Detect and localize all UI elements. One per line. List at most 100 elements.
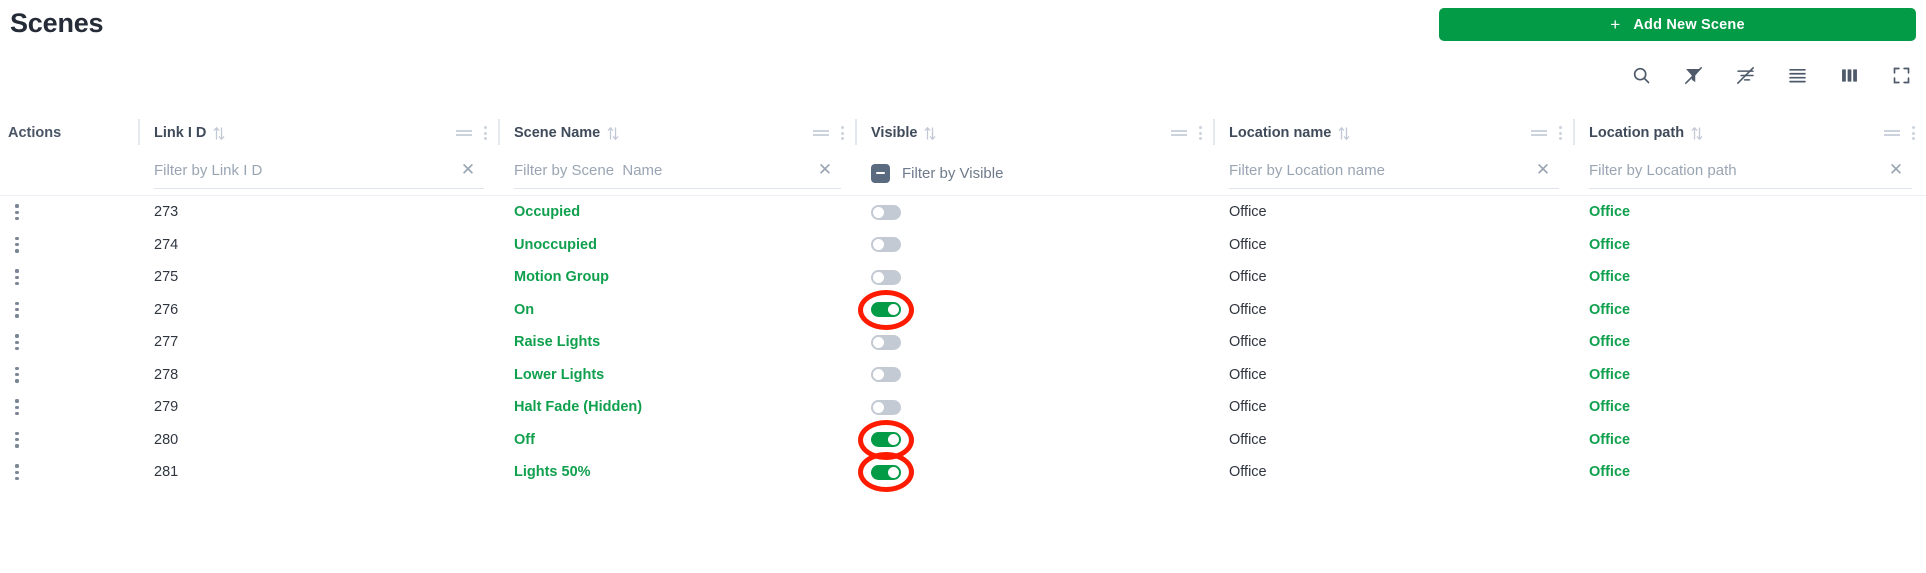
filter-list-off-icon[interactable]: [1732, 62, 1758, 88]
table-row[interactable]: 281 Lights 50% Office Office: [0, 452, 1926, 493]
filter-input-link_id[interactable]: [154, 157, 484, 189]
sort-icon[interactable]: [213, 126, 225, 141]
visible-toggle[interactable]: [871, 237, 901, 253]
visible-toggle[interactable]: [858, 289, 914, 330]
column-drag-handle-icon[interactable]: [813, 128, 829, 138]
cell-location-path-link[interactable]: Office: [1589, 326, 1630, 359]
row-actions-menu-icon[interactable]: [14, 229, 20, 262]
cell-location-name: Office: [1229, 204, 1267, 221]
filter-cell-location_name: ✕: [1229, 156, 1559, 190]
cell-scene-name-link[interactable]: Unoccupied: [514, 229, 597, 262]
table-body: 273 Occupied Office Office 274 Unoccupied Offi…: [0, 196, 1926, 493]
column-menu-icon[interactable]: [1199, 124, 1203, 142]
column-divider: [498, 119, 500, 145]
filter-clear-icon[interactable]: ✕: [1886, 160, 1906, 180]
row-actions-menu-icon[interactable]: [14, 391, 20, 424]
cell-location-name: Office: [1229, 399, 1267, 416]
filter-input-scene_name[interactable]: [514, 157, 841, 189]
cell-location-name: Office: [1229, 236, 1267, 253]
column-menu-icon[interactable]: [484, 124, 488, 142]
column-header-visible[interactable]: Visible: [855, 112, 1213, 154]
cell-location-path-link[interactable]: Office: [1589, 456, 1630, 489]
cell-visible: [858, 452, 914, 493]
column-menu-icon[interactable]: [841, 124, 845, 142]
cell-scene-name-link[interactable]: On: [514, 294, 534, 327]
cell-scene-name-link[interactable]: Occupied: [514, 196, 580, 229]
filter-cell-scene_name: ✕: [514, 156, 841, 190]
row-actions-menu-icon[interactable]: [14, 294, 20, 327]
cell-location-path-link[interactable]: Office: [1589, 229, 1630, 262]
filter-input-location_name[interactable]: [1229, 157, 1559, 189]
filter-clear-icon[interactable]: ✕: [1533, 160, 1553, 180]
sort-icon[interactable]: [1338, 126, 1350, 141]
fullscreen-icon[interactable]: [1888, 62, 1914, 88]
visible-toggle[interactable]: [871, 334, 901, 350]
cell-scene-name-link[interactable]: Lights 50%: [514, 456, 591, 489]
cell-scene-name-link[interactable]: Raise Lights: [514, 326, 600, 359]
toggle-knob: [873, 401, 884, 413]
sort-icon[interactable]: [924, 126, 936, 141]
column-header-label: Scene Name: [514, 125, 601, 141]
toggle-knob: [873, 206, 884, 218]
sort-icon[interactable]: [1691, 126, 1703, 141]
visible-toggle[interactable]: [858, 452, 914, 493]
cell-scene-name-link[interactable]: Halt Fade (Hidden): [514, 391, 642, 424]
table-row[interactable]: 280 Off Office Office: [0, 419, 1926, 460]
table-row[interactable]: 273 Occupied Office Office: [0, 196, 1926, 229]
cell-scene-name-link[interactable]: Motion Group: [514, 261, 609, 294]
row-actions-menu-icon[interactable]: [14, 196, 20, 229]
row-actions-menu-icon[interactable]: [14, 456, 20, 489]
toggle-knob: [888, 304, 899, 316]
column-header-label: Visible: [871, 125, 918, 141]
visible-toggle[interactable]: [871, 367, 901, 383]
column-menu-icon[interactable]: [1559, 124, 1563, 142]
table-toolbar: [1628, 62, 1914, 88]
filter-input-location_path[interactable]: [1589, 157, 1912, 189]
cell-scene-name-link[interactable]: Lower Lights: [514, 359, 604, 392]
visible-toggle[interactable]: [858, 419, 914, 460]
table-row[interactable]: 276 On Office Office: [0, 289, 1926, 330]
cell-location-path-link[interactable]: Office: [1589, 261, 1630, 294]
column-drag-handle-icon[interactable]: [456, 128, 472, 138]
column-header-location_name[interactable]: Location name: [1213, 112, 1573, 154]
table-filter-row: ✕ ✕ Filter by Visible ✕ ✕: [0, 154, 1926, 196]
table-row[interactable]: 274 Unoccupied Office Office: [0, 229, 1926, 262]
filter-clear-icon[interactable]: ✕: [815, 160, 835, 180]
cell-scene-name-link[interactable]: Off: [514, 424, 535, 457]
cell-link-id: 277: [154, 334, 179, 351]
row-actions-menu-icon[interactable]: [14, 261, 20, 294]
visible-toggle[interactable]: [871, 399, 901, 415]
cell-location-path-link[interactable]: Office: [1589, 196, 1630, 229]
visible-toggle[interactable]: [871, 269, 901, 285]
filter-clear-icon[interactable]: ✕: [458, 160, 478, 180]
columns-icon[interactable]: [1836, 62, 1862, 88]
sort-icon[interactable]: [607, 126, 619, 141]
row-actions-menu-icon[interactable]: [14, 359, 20, 392]
filter-checkbox-visible[interactable]: [871, 163, 890, 183]
cell-location-path-link[interactable]: Office: [1589, 359, 1630, 392]
filter-off-icon[interactable]: [1680, 62, 1706, 88]
density-icon[interactable]: [1784, 62, 1810, 88]
table-row[interactable]: 278 Lower Lights Office Office: [0, 359, 1926, 392]
cell-location-path-link[interactable]: Office: [1589, 294, 1630, 327]
visible-toggle[interactable]: [871, 204, 901, 220]
row-actions-menu-icon[interactable]: [14, 424, 20, 457]
column-header-link_id[interactable]: Link I D: [138, 112, 498, 154]
cell-location-path-link[interactable]: Office: [1589, 424, 1630, 457]
row-actions-menu-icon[interactable]: [14, 326, 20, 359]
table-row[interactable]: 279 Halt Fade (Hidden) Office Office: [0, 391, 1926, 424]
search-icon[interactable]: [1628, 62, 1654, 88]
column-menu-icon[interactable]: [1912, 124, 1916, 142]
column-header-scene_name[interactable]: Scene Name: [498, 112, 855, 154]
column-drag-handle-icon[interactable]: [1884, 128, 1900, 138]
filter-checkbox-label: Filter by Visible: [902, 164, 1004, 182]
cell-link-id: 275: [154, 269, 179, 286]
column-drag-handle-icon[interactable]: [1531, 128, 1547, 138]
add-new-scene-button[interactable]: + Add New Scene: [1439, 8, 1916, 41]
cell-location-path-link[interactable]: Office: [1589, 391, 1630, 424]
column-drag-handle-icon[interactable]: [1171, 128, 1187, 138]
table-row[interactable]: 277 Raise Lights Office Office: [0, 326, 1926, 359]
table-row[interactable]: 275 Motion Group Office Office: [0, 261, 1926, 294]
column-header-location_path[interactable]: Location path: [1573, 112, 1926, 154]
scenes-table: Actions Link I D Scene Name Visible Location…: [0, 112, 1926, 493]
